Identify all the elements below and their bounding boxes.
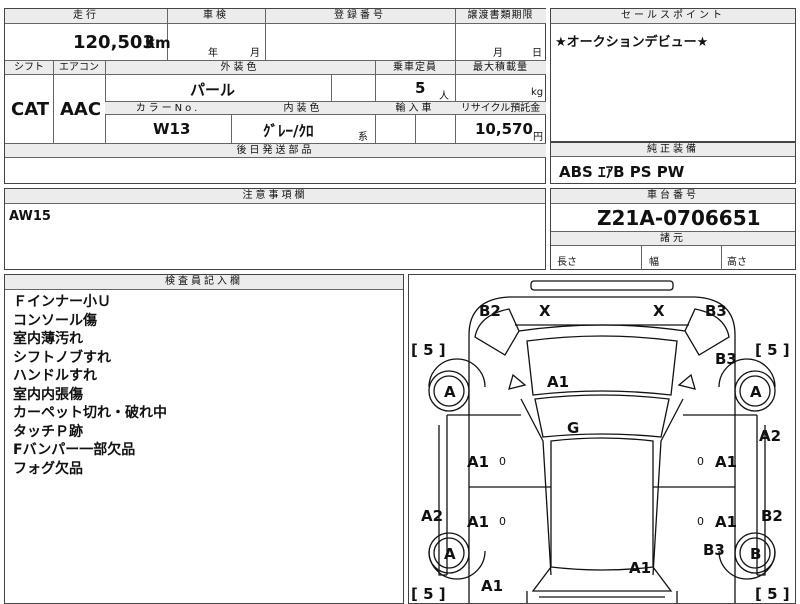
aircon-header: エアコン <box>53 61 105 75</box>
inspector-note: フォグ欠品 <box>13 460 83 477</box>
inspector-note: Ｆインナー小Ｕ <box>13 294 111 310</box>
tire-front-right-bracket: [ 5 ] <box>755 341 790 359</box>
tire-front-left-bracket: [ 5 ] <box>411 341 446 359</box>
inspector-header: 検査員記入欄 <box>5 275 403 290</box>
interior-suffix: 系 <box>358 132 368 143</box>
registration-header: 登録番号 <box>265 9 455 24</box>
mark-b2-right: B2 <box>761 507 783 525</box>
capacity-unit: 人 <box>439 91 449 102</box>
caution-box: 注意事項欄 AW15 <box>4 188 546 270</box>
mark-x-right: X <box>653 302 665 320</box>
mark-a-wheel-rear-left: A <box>444 545 456 563</box>
mark-g-windshield: G <box>567 419 579 437</box>
length-label: 長さ <box>557 257 577 268</box>
inspection-header: 車検 <box>167 9 265 24</box>
inspector-note: ハンドルすれ <box>13 368 97 384</box>
load-unit: kg <box>531 87 544 98</box>
car-diagram: 0 0 0 0 B2 X X B3 [ 5 ] [ 5 ] B3 A A A1 … <box>411 280 790 603</box>
chassis-box: 車台番号 Z21A-0706651 諸元 長さ 幅 高さ <box>550 188 796 270</box>
width-label: 幅 <box>649 257 659 268</box>
shift-value: CAT <box>11 99 50 120</box>
equipment-text: ABS ｴｱB PS PW <box>559 163 685 181</box>
inspector-note: 室内薄汚れ <box>13 331 83 347</box>
recycle-unit: 円 <box>533 132 543 143</box>
inspection-year: 年 <box>208 48 218 59</box>
sales-point-header: セールスポイント <box>551 9 795 24</box>
mark-a-wheel-front-left: A <box>444 383 456 401</box>
mark-a2-left: A2 <box>421 507 443 525</box>
interior-value: ｸﾞﾚｰ/ｸﾛ <box>263 122 314 140</box>
door-rr-icon: 0 <box>697 515 704 528</box>
vehicle-info-table: 走行 車検 登録番号 譲渡書類期限 120,503 km 年 月 月 日 シフト… <box>4 8 546 184</box>
sales-point-box: セールスポイント ★オークションデビュー★ <box>550 8 796 142</box>
mileage-header: 走行 <box>5 9 167 24</box>
mark-a1-trunk: A1 <box>629 559 651 577</box>
inspector-note: コンソール傷 <box>13 312 97 329</box>
aircon-value: AAC <box>60 99 102 120</box>
door-rl-icon: 0 <box>499 515 506 528</box>
inspection-month: 月 <box>250 48 260 59</box>
later-parts-header: 後日発送部品 <box>5 143 546 158</box>
chassis-header: 車台番号 <box>551 189 795 204</box>
mark-a2-right: A2 <box>759 427 781 445</box>
mark-b3-right-fender: B3 <box>715 350 737 368</box>
mileage-value: 120,503 <box>73 32 155 53</box>
color-no-header: カラーNo. <box>105 101 231 115</box>
sales-point-text: ★オークションデビュー★ <box>555 35 709 50</box>
exterior-value: パール <box>190 81 236 99</box>
mark-b-wheel-rear-right: B <box>750 545 761 563</box>
tire-rear-right-bracket: [ 5 ] <box>755 585 790 603</box>
inspector-note: シフトノブすれ <box>13 349 111 366</box>
mark-a1-door-fl: A1 <box>467 453 489 471</box>
inspector-note: カーペット切れ・破れ中 <box>13 405 167 421</box>
mark-a1-hood: A1 <box>547 373 569 391</box>
transfer-header: 譲渡書類期限 <box>455 9 546 24</box>
interior-header: 内装色 <box>231 101 375 115</box>
mark-b2-top-left: B2 <box>479 302 501 320</box>
shift-header: シフト <box>5 61 53 75</box>
transfer-day: 日 <box>532 48 542 59</box>
recycle-header: リサイクル預託金 <box>455 101 546 115</box>
equipment-header: 純正装備 <box>551 143 795 157</box>
capacity-value: 5 <box>415 79 426 97</box>
mark-a-wheel-front-right: A <box>750 383 762 401</box>
mark-b3-rear-right: B3 <box>703 541 725 559</box>
caution-header: 注意事項欄 <box>5 189 545 204</box>
tire-rear-left-bracket: [ 5 ] <box>411 585 446 603</box>
mark-a1-door-rr: A1 <box>715 513 737 531</box>
mileage-unit: km <box>145 34 171 52</box>
capacity-header: 乗車定員 <box>375 61 455 75</box>
height-label: 高さ <box>727 257 747 268</box>
exterior-header: 外装色 <box>105 61 375 75</box>
inspector-box: 検査員記入欄 Ｆインナー小Ｕ コンソール傷 室内薄汚れ シフトノブすれ ハンドル… <box>4 274 404 604</box>
damage-diagram-box: 0 0 0 0 B2 X X B3 [ 5 ] [ 5 ] B3 A A A1 … <box>408 274 796 604</box>
inspector-note: Fバンパー一部欠品 <box>13 442 136 458</box>
recycle-value: 10,570 <box>475 120 533 138</box>
transfer-month: 月 <box>493 48 503 59</box>
mark-a1-door-rl: A1 <box>467 513 489 531</box>
inspector-note: 室内内張傷 <box>13 386 83 403</box>
door-fl-icon: 0 <box>499 455 506 468</box>
caution-text: AW15 <box>9 209 51 224</box>
load-header: 最大積載量 <box>455 61 546 75</box>
mark-a1-door-fr: A1 <box>715 453 737 471</box>
dims-header: 諸元 <box>551 231 795 246</box>
mark-a1-rear-left: A1 <box>481 577 503 595</box>
color-no-value: W13 <box>153 120 191 138</box>
import-header: 輸入車 <box>375 101 455 115</box>
inspector-note: タッチＰ跡 <box>13 423 83 440</box>
equipment-box: 純正装備 ABS ｴｱB PS PW <box>550 142 796 184</box>
door-fr-icon: 0 <box>697 455 704 468</box>
chassis-value: Z21A-0706651 <box>597 206 761 230</box>
mark-x-left: X <box>539 302 551 320</box>
mark-b3-top-right: B3 <box>705 302 727 320</box>
